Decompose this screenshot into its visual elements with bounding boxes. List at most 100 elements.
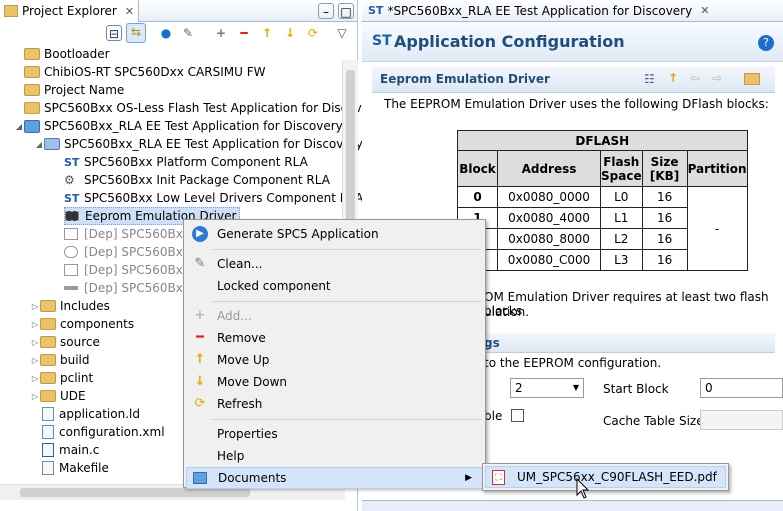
- tree-item-platform[interactable]: ST SPC560Bxx Platform Component RLA: [64, 153, 308, 171]
- open-folder-icon[interactable]: [744, 73, 760, 85]
- tree-item-dep-2[interactable]: [Dep] SPC560Bxx C: [64, 243, 202, 261]
- menu-item-refresh[interactable]: ⟳ Refresh: [186, 393, 483, 415]
- close-icon[interactable]: ✕: [700, 4, 709, 17]
- back-arrow-icon[interactable]: ⇦: [690, 71, 700, 85]
- cache-table-size-input[interactable]: [700, 410, 783, 430]
- up-arrow-icon[interactable]: ↑: [668, 71, 678, 85]
- down-arrow-icon[interactable]: ↓: [282, 25, 298, 41]
- menu-item-clean[interactable]: ✎ Clean...: [186, 253, 483, 275]
- tree-item-project-name[interactable]: Project Name: [14, 81, 124, 99]
- table-header: Size [KB]: [641, 150, 688, 187]
- menu-item-help[interactable]: Help: [186, 445, 483, 467]
- refresh-icon[interactable]: ⟳: [305, 25, 321, 41]
- folder-icon: [24, 48, 40, 60]
- project-explorer-tab[interactable]: Project Explorer ✕: [0, 0, 140, 22]
- menu-item-move-up[interactable]: ↑ Move Up: [186, 349, 483, 371]
- tree-item-source[interactable]: ▷ source: [30, 333, 100, 351]
- table-header: Block: [457, 150, 498, 187]
- tree-item-osless[interactable]: SPC560Bxx OS-Less Flash Test Application…: [14, 99, 381, 117]
- table-header: Address: [497, 150, 601, 187]
- enable-label-fragment: ble: [484, 409, 503, 423]
- menu-item-documents[interactable]: Documents ▶: [186, 467, 483, 489]
- submenu-item-pdf[interactable]: ⛶ UM_SPC56xx_C90FLASH_EED.pdf: [485, 466, 726, 488]
- tree-item-rla-app[interactable]: ◢ SPC560Bxx_RLA EE Test Application for D…: [34, 135, 363, 153]
- tree-item-includes[interactable]: ▷ Includes: [30, 297, 110, 315]
- up-arrow-icon[interactable]: ↑: [259, 25, 275, 41]
- pdf-icon: ⛶: [492, 469, 505, 485]
- hierarchy-icon[interactable]: ☷: [644, 72, 655, 86]
- collapse-all-icon[interactable]: ⊟: [106, 25, 122, 41]
- menu-item-move-down[interactable]: ↓ Move Down: [186, 371, 483, 393]
- settings-section-header: gs: [484, 333, 775, 353]
- project-explorer-icon: [4, 5, 18, 17]
- expand-arrow-icon[interactable]: ▷: [30, 338, 40, 347]
- tree-item-main-c[interactable]: main.c: [40, 441, 99, 459]
- chevron-down-icon: ▼: [572, 383, 579, 392]
- eeprom-section-header: Eeprom Emulation Driver ☷ ↑ ⇦ ⇨: [372, 67, 775, 93]
- tree-item-chibios[interactable]: ChibiOS-RT SPC560Dxx CARSIMU FW: [14, 63, 265, 81]
- bottom-panel-tabs: [362, 500, 783, 511]
- add-icon[interactable]: +: [213, 25, 229, 41]
- tree-item-label: application.ld: [59, 407, 140, 421]
- expand-arrow-icon[interactable]: ▷: [30, 302, 40, 311]
- start-block-value: 0: [705, 381, 713, 395]
- menu-separator: [212, 301, 482, 302]
- start-block-label: Start Block: [603, 382, 669, 396]
- close-icon[interactable]: ✕: [125, 5, 134, 18]
- folder-icon: [44, 138, 60, 150]
- pencil-icon[interactable]: ✎: [180, 25, 196, 41]
- tree-item-pclint[interactable]: ▷ pclint: [30, 369, 93, 387]
- view-menu-icon[interactable]: ▽: [334, 25, 350, 41]
- tree-item-label: Makefile: [59, 461, 109, 475]
- tree-item-rla-project[interactable]: ◢ SPC560Bxx_RLA EE Test Application for D…: [14, 117, 343, 135]
- remove-icon[interactable]: ━: [236, 25, 252, 41]
- down-arrow-icon: ↓: [194, 374, 206, 389]
- submenu-arrow-icon: ▶: [465, 473, 472, 483]
- project-explorer-tab-label: Project Explorer: [22, 4, 117, 18]
- link-with-editor-icon[interactable]: ⇆: [126, 23, 146, 43]
- tree-item-components[interactable]: ▷ components: [30, 315, 134, 333]
- menu-item-add[interactable]: + Add...: [186, 305, 483, 327]
- start-block-input[interactable]: 0: [700, 378, 783, 398]
- tree-item-application-ld[interactable]: application.ld: [40, 405, 140, 423]
- tree-item-dep-4[interactable]: [Dep] SPC560Bxx C: [64, 279, 202, 297]
- menu-item-properties[interactable]: Properties: [186, 423, 483, 445]
- documents-icon: [193, 472, 207, 484]
- expand-arrow-icon[interactable]: ▷: [30, 356, 40, 365]
- expand-arrow-icon[interactable]: ▷: [30, 374, 40, 383]
- minimize-icon[interactable]: –: [318, 3, 334, 19]
- st-logo-icon: ST: [64, 156, 80, 169]
- tree-item-configuration-xml[interactable]: configuration.xml: [40, 423, 165, 441]
- tree-item-label: SPC560Bxx_RLA EE Test Application for Di…: [44, 119, 343, 133]
- editor-tab[interactable]: ST *SPC560Bxx_RLA EE Test Application fo…: [362, 0, 783, 22]
- maximize-icon[interactable]: □: [338, 3, 354, 19]
- xml-file-icon: [42, 425, 54, 439]
- partition-cell: -: [686, 186, 748, 271]
- tree-item-lld[interactable]: ST SPC560Bxx Low Level Drivers Component …: [64, 189, 363, 207]
- menu-item-locked[interactable]: Locked component: [186, 275, 483, 297]
- collapse-arrow-icon[interactable]: ◢: [14, 122, 24, 131]
- menu-item-remove[interactable]: ━ Remove: [186, 327, 483, 349]
- tree-item-makefile[interactable]: Makefile: [40, 459, 109, 477]
- menu-separator: [212, 249, 482, 250]
- folder-icon: [40, 336, 56, 348]
- menu-item-generate[interactable]: ▶ Generate SPC5 Application: [186, 223, 483, 245]
- tree-item-bootloader[interactable]: Bootloader: [14, 45, 110, 63]
- section-title: Eeprom Emulation Driver: [380, 72, 550, 86]
- enable-checkbox[interactable]: [511, 409, 524, 422]
- expand-arrow-icon[interactable]: ▷: [30, 320, 40, 329]
- expand-arrow-icon[interactable]: ▷: [30, 392, 40, 401]
- tree-item-build[interactable]: ▷ build: [30, 351, 90, 369]
- tree-item-label: ChibiOS-RT SPC560Dxx CARSIMU FW: [44, 65, 266, 79]
- tree-item-ude[interactable]: ▷ UDE: [30, 387, 86, 405]
- tree-item-init-package[interactable]: ⚙ SPC560Bxx Init Package Component RLA: [64, 171, 330, 189]
- dependency-icon: [64, 246, 78, 258]
- forward-arrow-icon[interactable]: ⇨: [712, 71, 722, 85]
- tree-item-dep-1[interactable]: [Dep] SPC560Bxx B: [64, 225, 202, 243]
- run-icon[interactable]: ●: [158, 25, 174, 41]
- collapse-arrow-icon[interactable]: ◢: [34, 140, 44, 149]
- help-icon[interactable]: ?: [758, 35, 774, 51]
- ide-window: Project Explorer ✕ – □ ⊟ ⇆ ● ✎ + ━ ↑ ↓ ⟳…: [0, 0, 783, 511]
- blocks-select[interactable]: 2 ▼: [510, 378, 584, 398]
- mouse-cursor-icon: [576, 478, 590, 499]
